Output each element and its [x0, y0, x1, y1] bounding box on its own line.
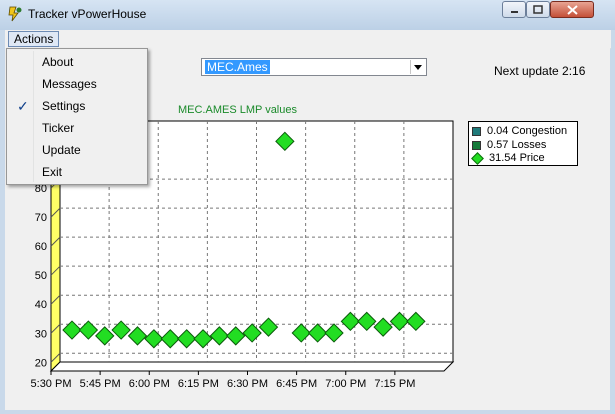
title-bar[interactable]: Tracker vPowerHouse	[0, 0, 615, 30]
plot-floor	[49, 361, 455, 372]
maximize-icon	[533, 5, 543, 14]
x-tick-label: 5:45 PM	[80, 378, 121, 390]
menu-item-about[interactable]: About	[9, 51, 145, 73]
y-tick-label: 40	[35, 299, 47, 311]
legend-item-losses: 0.57 Losses	[472, 139, 546, 152]
x-tick-label: 7:15 PM	[374, 378, 415, 390]
menu-item-label: About	[42, 55, 74, 69]
y-tick-label: 20	[35, 357, 47, 369]
close-icon	[566, 4, 578, 15]
legend-label: 31.54 Price	[489, 152, 545, 164]
menu-item-label: Update	[42, 143, 81, 157]
menu-actions[interactable]: Actions	[8, 31, 60, 47]
maximize-button[interactable]	[526, 1, 550, 18]
y-tick-label: 50	[35, 270, 47, 282]
actions-menu: About Messages ✓ Settings Ticker Update …	[6, 48, 148, 185]
menu-item-exit[interactable]: Exit	[9, 161, 145, 183]
legend-item-price: 31.54 Price	[471, 152, 545, 165]
y-tick-label: 70	[35, 212, 47, 224]
close-button[interactable]	[550, 1, 594, 18]
chart-legend: 0.04 Congestion 0.57 Losses 31.54 Price	[468, 121, 578, 166]
menu-item-label: Messages	[42, 77, 97, 91]
y-tick-label: 60	[35, 241, 47, 253]
app-window: Tracker vPowerHouse Actions MEC.Ames Nex…	[0, 0, 615, 414]
legend-label: 0.04 Congestion	[487, 125, 568, 137]
price-diamond-icon	[471, 152, 484, 165]
x-tick-label: 6:30 PM	[227, 378, 268, 390]
minimize-button[interactable]	[502, 1, 526, 18]
window-title: Tracker vPowerHouse	[28, 7, 147, 21]
menu-item-update[interactable]: Update	[9, 139, 145, 161]
menu-item-label: Exit	[42, 165, 63, 179]
menu-item-settings[interactable]: ✓ Settings	[9, 95, 145, 117]
x-tick-label: 6:00 PM	[129, 378, 170, 390]
losses-swatch-icon	[472, 141, 481, 150]
menu-item-label: Settings	[42, 99, 86, 113]
y-tick-label: 30	[35, 328, 47, 340]
minimize-icon	[510, 11, 518, 13]
legend-item-congestion: 0.04 Congestion	[472, 125, 567, 138]
congestion-swatch-icon	[472, 127, 481, 136]
menu-item-label: Ticker	[42, 121, 75, 135]
check-icon: ✓	[17, 98, 29, 114]
x-tick-label: 5:30 PM	[31, 378, 72, 390]
x-tick-label: 6:45 PM	[276, 378, 317, 390]
legend-label: 0.57 Losses	[487, 139, 547, 151]
menu-item-ticker[interactable]: Ticker	[9, 117, 145, 139]
app-logo-icon	[8, 6, 22, 22]
menu-item-messages[interactable]: Messages	[9, 73, 145, 95]
menu-bar: Actions	[5, 30, 611, 49]
x-tick-label: 7:00 PM	[325, 378, 366, 390]
x-tick-label: 6:15 PM	[178, 378, 219, 390]
